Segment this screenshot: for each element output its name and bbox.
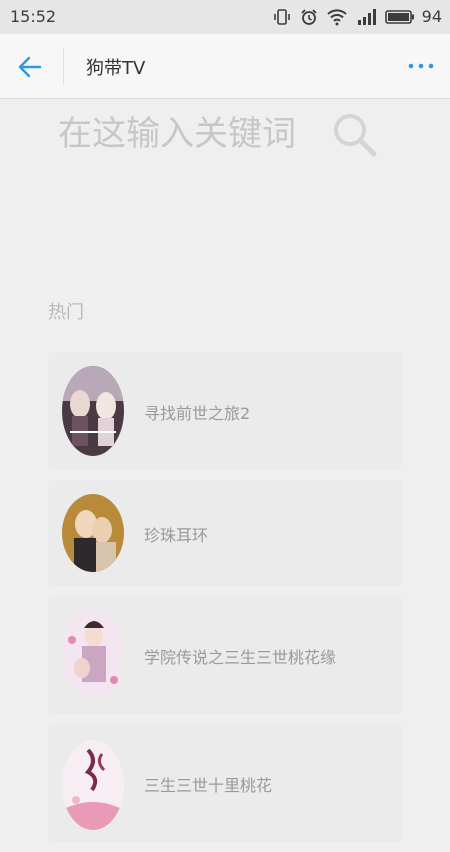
- status-time: 15:52: [10, 7, 57, 26]
- list-item[interactable]: 寻找前世之旅2: [48, 352, 402, 470]
- vibrate-icon: [273, 8, 291, 26]
- back-button[interactable]: [16, 53, 44, 81]
- list-item[interactable]: 三生三世十里桃花: [48, 724, 402, 842]
- signal-icon: [356, 8, 376, 26]
- item-title: 珍珠耳环: [144, 526, 209, 545]
- search-button[interactable]: [330, 110, 380, 160]
- battery-level: 94: [421, 7, 442, 26]
- battery-icon: [384, 9, 415, 25]
- poster-thumbnail: [62, 740, 124, 830]
- item-title: 寻找前世之旅2: [144, 404, 251, 423]
- status-bar: 15:52 94: [0, 0, 450, 34]
- list-item[interactable]: 珍珠耳环: [48, 480, 402, 586]
- status-icons: 94: [273, 7, 442, 26]
- app-bar-divider: [63, 48, 64, 84]
- hot-list: 寻找前世之旅2 珍珠耳环 学院传说之三生三世桃花缘 三生三世十里桃花: [48, 352, 402, 852]
- poster-thumbnail: [62, 610, 124, 700]
- search-input[interactable]: [58, 110, 316, 158]
- more-dots-icon: [408, 63, 434, 69]
- app-bar: 狗带TV: [0, 34, 450, 99]
- more-button[interactable]: [406, 58, 436, 72]
- item-title: 三生三世十里桃花: [144, 776, 273, 795]
- poster-thumbnail: [62, 494, 124, 572]
- poster-thumbnail: [62, 366, 124, 456]
- alarm-icon: [300, 8, 318, 26]
- search-icon: [334, 114, 377, 157]
- list-item[interactable]: 学院传说之三生三世桃花缘: [48, 596, 402, 714]
- wifi-icon: [326, 8, 347, 26]
- hot-section-title: 热门: [48, 302, 84, 323]
- page-title: 狗带TV: [86, 58, 146, 79]
- search-bar: [58, 104, 388, 164]
- arrow-left-icon: [18, 56, 42, 78]
- item-title: 学院传说之三生三世桃花缘: [144, 648, 337, 667]
